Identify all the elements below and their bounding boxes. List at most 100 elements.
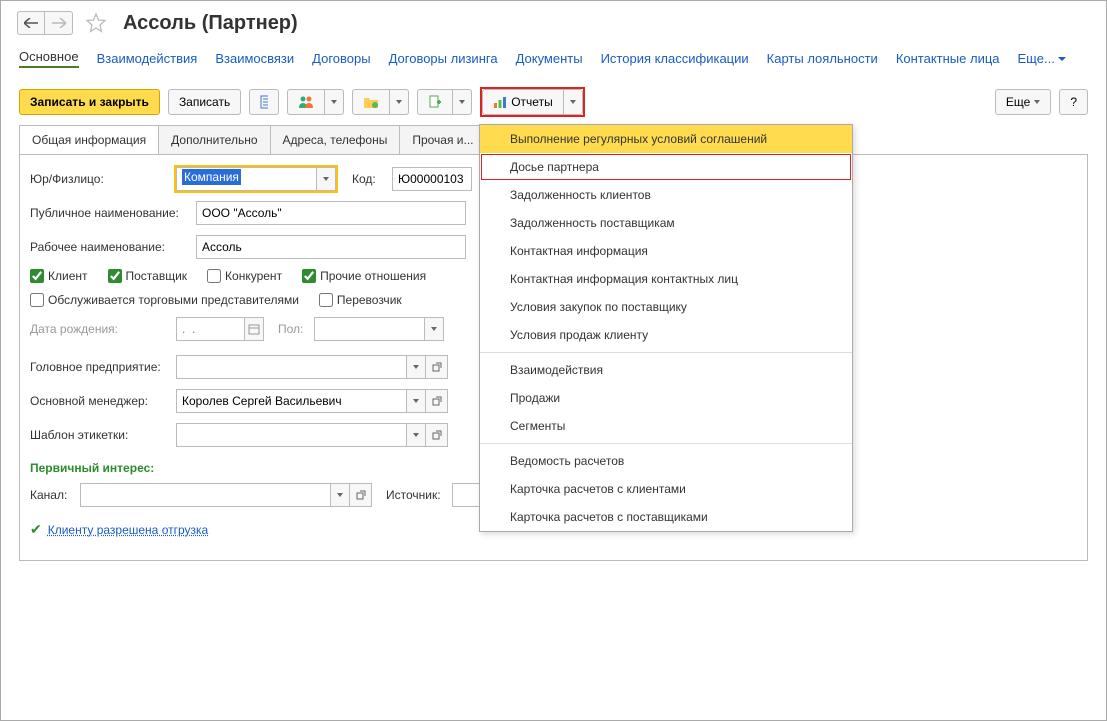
- reports-button[interactable]: Отчеты: [482, 89, 563, 115]
- code-input[interactable]: [392, 167, 472, 191]
- label-template-select[interactable]: [176, 423, 448, 447]
- reports-dropdown[interactable]: [564, 89, 583, 115]
- type-select[interactable]: Компания: [176, 167, 336, 191]
- nav-loyalty[interactable]: Карты лояльности: [767, 51, 878, 66]
- create-dropdown[interactable]: [453, 89, 472, 115]
- toolbar: Записать и закрыть Записать От: [1, 79, 1106, 125]
- serviced-checkbox[interactable]: Обслуживается торговыми представителями: [30, 293, 299, 307]
- more-button[interactable]: Еще: [995, 89, 1051, 115]
- nav-history[interactable]: История классификации: [601, 51, 749, 66]
- open-icon: [432, 430, 442, 440]
- nav-interactions[interactable]: Взаимодействия: [97, 51, 198, 66]
- head-dropdown-btn[interactable]: [406, 355, 426, 379]
- arrow-left-icon: [24, 18, 38, 28]
- chevron-down-icon: [331, 100, 337, 104]
- menu-item[interactable]: Контактная информация контактных лиц: [480, 265, 852, 293]
- label-template-open-btn[interactable]: [426, 423, 448, 447]
- manager-open-btn[interactable]: [426, 389, 448, 413]
- supplier-checkbox[interactable]: Поставщик: [108, 269, 188, 283]
- tab-general[interactable]: Общая информация: [19, 125, 159, 154]
- users-button[interactable]: [287, 89, 325, 115]
- open-icon: [432, 396, 442, 406]
- page-title: Ассоль (Партнер): [123, 12, 298, 35]
- gender-dropdown-btn[interactable]: [424, 317, 444, 341]
- chevron-down-icon: [337, 493, 343, 497]
- client-checkbox[interactable]: Клиент: [30, 269, 88, 283]
- tab-addresses[interactable]: Адреса, телефоны: [270, 125, 401, 154]
- save-close-button[interactable]: Записать и закрыть: [19, 89, 160, 115]
- folder-icon: [363, 95, 379, 109]
- manager-dropdown-btn[interactable]: [406, 389, 426, 413]
- nav-contracts[interactable]: Договоры: [312, 51, 370, 66]
- folder-button[interactable]: [352, 89, 390, 115]
- type-dropdown-btn[interactable]: [316, 167, 336, 191]
- calendar-btn[interactable]: [244, 317, 264, 341]
- open-icon: [432, 362, 442, 372]
- gender-label: Пол:: [278, 322, 308, 336]
- forward-button[interactable]: [45, 11, 73, 35]
- other-checkbox[interactable]: Прочие отношения: [302, 269, 426, 283]
- back-button[interactable]: [17, 11, 45, 35]
- channel-open-btn[interactable]: [350, 483, 372, 507]
- menu-item[interactable]: Карточка расчетов с поставщиками: [480, 503, 852, 531]
- menu-item[interactable]: Задолженность клиентов: [480, 181, 852, 209]
- birth-input[interactable]: [176, 317, 264, 341]
- users-dropdown[interactable]: [325, 89, 344, 115]
- manager-select[interactable]: [176, 389, 448, 413]
- gender-select[interactable]: [314, 317, 444, 341]
- nav-documents[interactable]: Документы: [516, 51, 583, 66]
- shipment-allowed-link[interactable]: Клиенту разрешена отгрузка: [48, 523, 208, 537]
- menu-item[interactable]: Карточка расчетов с клиентами: [480, 475, 852, 503]
- create-button[interactable]: [417, 89, 453, 115]
- nav-contacts[interactable]: Контактные лица: [896, 51, 1000, 66]
- working-name-input[interactable]: [196, 235, 466, 259]
- type-value: Компания: [182, 169, 241, 185]
- menu-item[interactable]: Условия закупок по поставщику: [480, 293, 852, 321]
- open-icon: [356, 490, 366, 500]
- nav-leasing[interactable]: Договоры лизинга: [389, 51, 498, 66]
- label-template-dropdown-btn[interactable]: [406, 423, 426, 447]
- nav-relations[interactable]: Взаимосвязи: [215, 51, 294, 66]
- save-button[interactable]: Записать: [168, 89, 241, 115]
- arrow-right-icon: [52, 18, 66, 28]
- type-label: Юр/Физлицо:: [30, 172, 170, 186]
- users-icon: [298, 95, 314, 109]
- chevron-down-icon: [396, 100, 402, 104]
- folder-dropdown[interactable]: [390, 89, 409, 115]
- channel-label: Канал:: [30, 488, 74, 502]
- public-name-input[interactable]: [196, 201, 466, 225]
- channel-dropdown-btn[interactable]: [330, 483, 350, 507]
- help-button[interactable]: ?: [1059, 89, 1088, 115]
- menu-item[interactable]: Условия продаж клиенту: [480, 321, 852, 349]
- menu-item[interactable]: Задолженность поставщикам: [480, 209, 852, 237]
- tab-additional[interactable]: Дополнительно: [158, 125, 270, 154]
- list-button[interactable]: [249, 89, 279, 115]
- partner-window: Ассоль (Партнер) Основное Взаимодействия…: [0, 0, 1107, 721]
- chevron-down-icon: [413, 365, 419, 369]
- nav-more[interactable]: Еще...: [1018, 51, 1066, 66]
- check-icon: ✔: [30, 521, 42, 538]
- manager-label: Основной менеджер:: [30, 394, 170, 408]
- title-bar: Ассоль (Партнер): [1, 1, 1106, 39]
- menu-item[interactable]: Выполнение регулярных условий соглашений: [480, 125, 852, 153]
- menu-item[interactable]: Ведомость расчетов: [480, 447, 852, 475]
- menu-item[interactable]: Сегменты: [480, 412, 852, 440]
- head-open-btn[interactable]: [426, 355, 448, 379]
- carrier-checkbox[interactable]: Перевозчик: [319, 293, 402, 307]
- public-name-label: Публичное наименование:: [30, 206, 190, 220]
- more-label: Еще: [1006, 95, 1030, 109]
- menu-item[interactable]: Взаимодействия: [480, 356, 852, 384]
- menu-item[interactable]: Контактная информация: [480, 237, 852, 265]
- nav-main[interactable]: Основное: [19, 49, 79, 68]
- reports-menu: Выполнение регулярных условий соглашений…: [479, 124, 853, 532]
- channel-select[interactable]: [80, 483, 372, 507]
- menu-separator: [480, 352, 852, 353]
- menu-partner-dossier[interactable]: Досье партнера: [480, 153, 852, 181]
- head-select[interactable]: [176, 355, 448, 379]
- competitor-checkbox[interactable]: Конкурент: [207, 269, 282, 283]
- working-name-label: Рабочее наименование:: [30, 240, 190, 254]
- favorite-star-icon[interactable]: [85, 12, 107, 34]
- menu-item[interactable]: Продажи: [480, 384, 852, 412]
- chevron-down-icon: [323, 177, 329, 181]
- tab-other[interactable]: Прочая и...: [399, 125, 486, 154]
